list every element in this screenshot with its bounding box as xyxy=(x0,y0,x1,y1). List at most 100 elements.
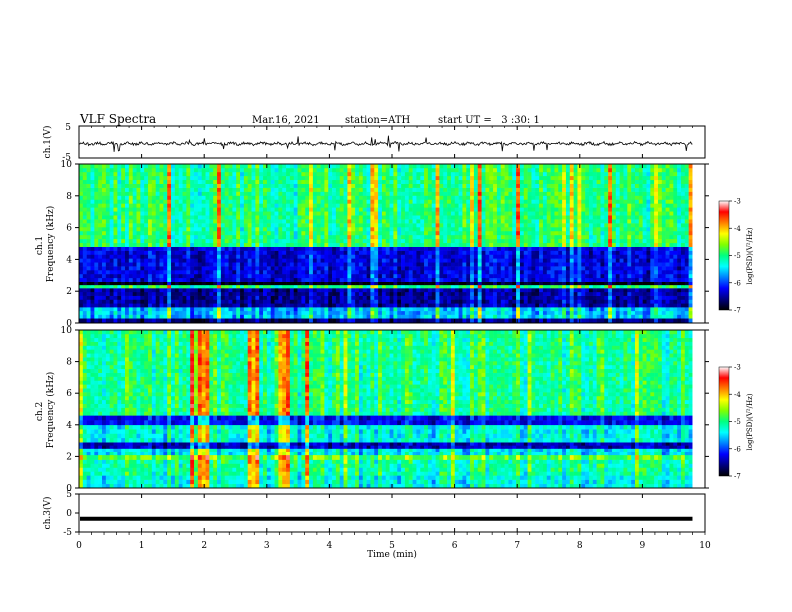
spectrogram-cell xyxy=(270,226,275,232)
spectrogram-cell xyxy=(427,258,433,263)
spectrogram-cell xyxy=(309,203,314,208)
spectrogram-cell xyxy=(424,310,429,315)
spectrogram-cell xyxy=(347,230,352,236)
spectrogram-cell xyxy=(443,281,448,286)
spectrogram-cell xyxy=(611,234,617,240)
spectrogram-cell xyxy=(79,242,84,247)
spectrogram-cell xyxy=(351,314,356,319)
spectrogram-cell xyxy=(481,270,486,275)
spectrogram-cell xyxy=(105,262,110,267)
spectrogram-cell xyxy=(558,234,563,240)
spectrogram-cell xyxy=(374,223,379,228)
spectrogram-cell xyxy=(519,250,525,255)
spectrogram-cell xyxy=(646,281,651,286)
spectrogram-cell xyxy=(608,230,613,236)
spectrogram-cell xyxy=(109,199,114,204)
spectrogram-cell xyxy=(190,310,195,315)
spectrogram-cell xyxy=(565,277,571,282)
spectrogram-cell xyxy=(270,303,275,308)
spectrogram-cell xyxy=(232,284,237,289)
spectrogram-cell xyxy=(500,266,505,271)
spectrogram-cell xyxy=(197,295,202,300)
spectrogram-cell xyxy=(627,295,632,300)
spectrogram-cell xyxy=(481,254,486,259)
spectrogram-cell xyxy=(447,310,452,315)
spectrogram-cell xyxy=(493,223,498,228)
spectrogram-cell xyxy=(328,273,333,279)
spectrogram-cell xyxy=(259,314,264,319)
spectrogram-cell xyxy=(255,250,260,255)
spectrogram-cell xyxy=(627,291,632,296)
spectrogram-cell xyxy=(240,234,245,240)
spectrogram-cell xyxy=(109,207,114,212)
spectrogram-cell xyxy=(531,258,536,263)
spectrogram-cell xyxy=(209,273,214,279)
spectrogram-cell xyxy=(309,262,314,267)
spectrogram-cell xyxy=(427,273,433,279)
spectrogram-cell xyxy=(404,234,410,240)
spectrogram-cell xyxy=(366,299,371,304)
spectrogram-cell xyxy=(213,310,218,315)
spectrogram-cell xyxy=(328,258,333,263)
figure-title: VLF Spectra xyxy=(79,112,156,126)
spectrogram-cell xyxy=(282,310,287,315)
spectrogram-cell xyxy=(619,303,624,308)
spectrogram-cell xyxy=(477,288,482,293)
spectrogram-cell xyxy=(646,242,651,247)
spectrogram-cell xyxy=(217,303,222,308)
spectrogram-cell xyxy=(592,310,597,315)
spectrogram-cell xyxy=(289,242,295,247)
spectrogram-cell xyxy=(98,207,103,212)
spectrogram-cell xyxy=(688,284,693,289)
spectrogram-cell xyxy=(669,273,674,279)
spectrogram-cell xyxy=(638,238,643,244)
spectrogram-cell xyxy=(554,303,559,308)
spectrogram-cell xyxy=(604,230,609,236)
spectrogram-cell xyxy=(224,307,229,312)
spectrogram-cell xyxy=(217,266,222,271)
spectrogram-cell xyxy=(412,258,417,263)
spectrogram-cell xyxy=(565,314,571,319)
spectrogram-cell xyxy=(159,288,164,293)
spectrogram-cell xyxy=(144,258,149,263)
spectrogram-cell xyxy=(654,246,659,251)
spectrogram-cell xyxy=(523,230,528,236)
spectrogram-cell xyxy=(680,230,686,236)
spectrogram-cell xyxy=(282,219,287,224)
spectrogram-cell xyxy=(435,273,440,279)
spectrogram-cell xyxy=(328,266,333,271)
spectrogram-cell xyxy=(473,299,479,304)
spectrogram-cell xyxy=(669,281,674,286)
spectrogram-cell xyxy=(393,303,398,308)
spectrogram-cell xyxy=(105,270,110,275)
spectrogram-cell xyxy=(466,266,471,271)
spectrogram-cell xyxy=(378,295,383,300)
spectrogram-cell xyxy=(159,254,164,259)
spectrogram-cell xyxy=(585,254,590,259)
spectrogram-cell xyxy=(412,307,417,312)
spectrogram-cell xyxy=(477,299,482,304)
spectrogram-cell xyxy=(247,273,252,279)
spectrogram-cell xyxy=(596,246,601,251)
spectrogram-cell xyxy=(558,203,563,208)
spectrogram-cell xyxy=(550,266,555,271)
spectrogram-cell xyxy=(378,230,383,236)
spectrogram-cell xyxy=(447,277,452,282)
spectrogram-cell xyxy=(351,258,356,263)
spectrogram-cell xyxy=(673,314,678,319)
spectrogram-cell xyxy=(243,266,248,271)
spectrogram-cell xyxy=(542,288,548,293)
spectrogram-cell xyxy=(408,288,413,293)
spectrogram-cell xyxy=(427,211,433,216)
spectrogram-cell xyxy=(144,238,149,244)
spectrogram-cell xyxy=(266,258,272,263)
spectrogram-cell xyxy=(328,310,333,315)
spectrogram-cell xyxy=(562,273,567,279)
spectrogram-cell xyxy=(600,281,605,286)
spectrogram-cell xyxy=(638,310,643,315)
spectrogram-cell xyxy=(627,266,632,271)
spectrogram-cell xyxy=(171,242,176,247)
spectrogram-cell xyxy=(167,281,172,286)
spectrogram-cell xyxy=(316,310,321,315)
spectrogram-cell xyxy=(669,314,674,319)
